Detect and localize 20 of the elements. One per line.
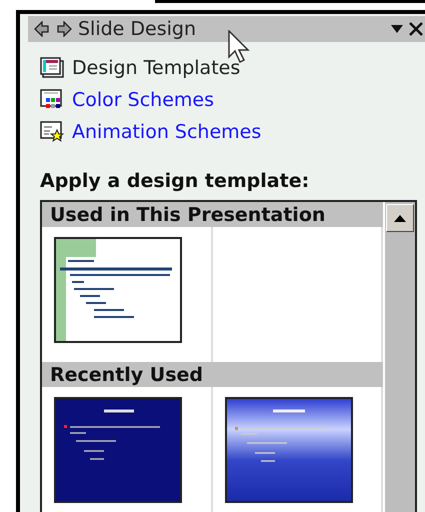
forward-arrow-icon[interactable]: [56, 21, 72, 37]
scroll-up-button[interactable]: [386, 204, 414, 232]
slide-thumbnail[interactable]: [54, 237, 182, 343]
slides-icon: [40, 57, 64, 79]
task-link[interactable]: Color Schemes: [72, 89, 214, 111]
gallery-group-heading: Recently Used: [42, 362, 383, 387]
caret-up-icon: [394, 214, 406, 222]
pane-title: Slide Design: [78, 18, 198, 40]
task-label[interactable]: Design Templates: [72, 57, 240, 79]
slide-thumbnail[interactable]: [224, 397, 352, 503]
section-heading: Apply a design template:: [40, 170, 310, 192]
close-icon[interactable]: [409, 22, 423, 36]
slide-star-icon: [40, 121, 64, 143]
dropdown-caret-icon[interactable]: [391, 25, 403, 33]
slide-thumbnail[interactable]: [54, 397, 182, 503]
back-arrow-icon[interactable]: [34, 21, 50, 37]
gallery-group-heading: Used in This Presentation: [42, 202, 383, 227]
scrollbar[interactable]: [383, 202, 415, 512]
task-link[interactable]: Animation Schemes: [72, 121, 262, 143]
palette-grid-icon: [40, 89, 64, 111]
